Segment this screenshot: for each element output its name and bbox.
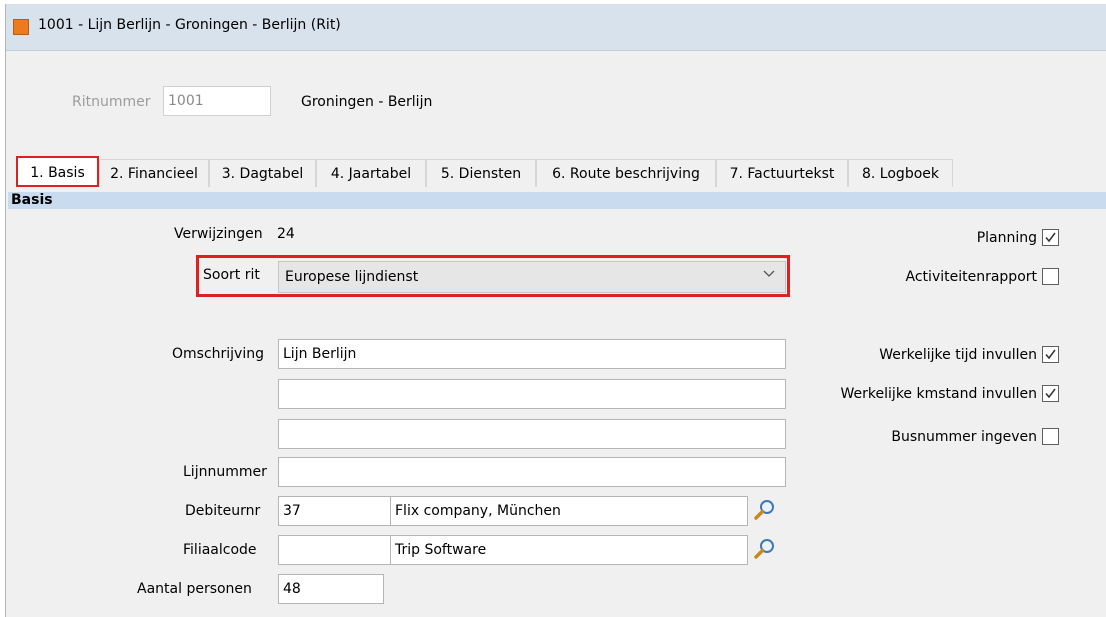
omschrijving-field-1[interactable]: Lijn Berlijn: [278, 339, 786, 369]
werkelijke-tijd-checkbox[interactable]: [1042, 346, 1059, 363]
omschrijving-label: Omschrijving: [172, 346, 264, 362]
omschrijving-field-3[interactable]: [278, 419, 786, 449]
tab-financieel[interactable]: 2. Financieel: [99, 159, 209, 187]
activiteitenrapport-label: Activiteitenrapport: [905, 269, 1037, 285]
window-title: 1001 - Lijn Berlijn - Groningen - Berlij…: [38, 17, 341, 33]
verwijzingen-value: 24: [277, 226, 295, 242]
tab-bar: 1. Basis 2. Financieel 3. Dagtabel 4. Ja…: [6, 156, 1106, 187]
filiaal-name-field: Trip Software: [390, 535, 748, 565]
busnummer-label: Busnummer ingeven: [891, 429, 1037, 445]
ritnummer-field: 1001: [163, 86, 271, 116]
section-header-basis: Basis: [8, 192, 1106, 209]
aantal-personen-label: Aantal personen: [137, 581, 252, 597]
ride-window: 1001 - Lijn Berlijn - Groningen - Berlij…: [5, 4, 1106, 617]
lijnnummer-label: Lijnnummer: [183, 464, 267, 480]
werkelijke-kmstand-label: Werkelijke kmstand invullen: [840, 386, 1037, 402]
werkelijke-kmstand-checkbox[interactable]: [1042, 385, 1059, 402]
werkelijke-tijd-label: Werkelijke tijd invullen: [879, 347, 1037, 363]
soort-rit-select[interactable]: Europese lijndienst: [278, 261, 786, 293]
tab-route-beschrijving[interactable]: 6. Route beschrijving: [536, 159, 716, 187]
omschrijving-field-2[interactable]: [278, 379, 786, 409]
lijnnummer-field[interactable]: [278, 457, 786, 487]
debiteur-search-icon[interactable]: [753, 498, 777, 522]
tab-jaartabel[interactable]: 4. Jaartabel: [316, 159, 426, 187]
busnummer-checkbox[interactable]: [1042, 428, 1059, 445]
tab-logboek[interactable]: 8. Logboek: [848, 159, 953, 187]
tab-dagtabel[interactable]: 3. Dagtabel: [209, 159, 316, 187]
filiaalcode-label: Filiaalcode: [183, 542, 257, 558]
app-icon: [13, 19, 29, 35]
tab-basis[interactable]: 1. Basis: [16, 156, 99, 187]
verwijzingen-label: Verwijzingen: [174, 226, 263, 242]
chevron-down-icon: [763, 267, 775, 282]
ritnummer-label: Ritnummer: [72, 94, 151, 110]
planning-label: Planning: [976, 230, 1037, 246]
filiaal-search-icon[interactable]: [753, 537, 777, 561]
debiteur-name-field: Flix company, München: [390, 496, 748, 526]
window-titlebar: 1001 - Lijn Berlijn - Groningen - Berlij…: [6, 4, 1106, 51]
soort-rit-value: Europese lijndienst: [285, 269, 419, 285]
soort-rit-label: Soort rit: [203, 267, 260, 283]
planning-checkbox[interactable]: [1042, 229, 1059, 246]
debiteurnr-label: Debiteurnr: [185, 503, 261, 519]
tab-diensten[interactable]: 5. Diensten: [426, 159, 536, 187]
aantal-personen-field[interactable]: 48: [278, 574, 384, 604]
filiaalcode-field[interactable]: [278, 535, 391, 565]
debiteurnr-field[interactable]: 37: [278, 496, 391, 526]
activiteitenrapport-checkbox[interactable]: [1042, 268, 1059, 285]
route-text: Groningen - Berlijn: [301, 94, 433, 110]
tab-factuurtekst[interactable]: 7. Factuurtekst: [716, 159, 848, 187]
